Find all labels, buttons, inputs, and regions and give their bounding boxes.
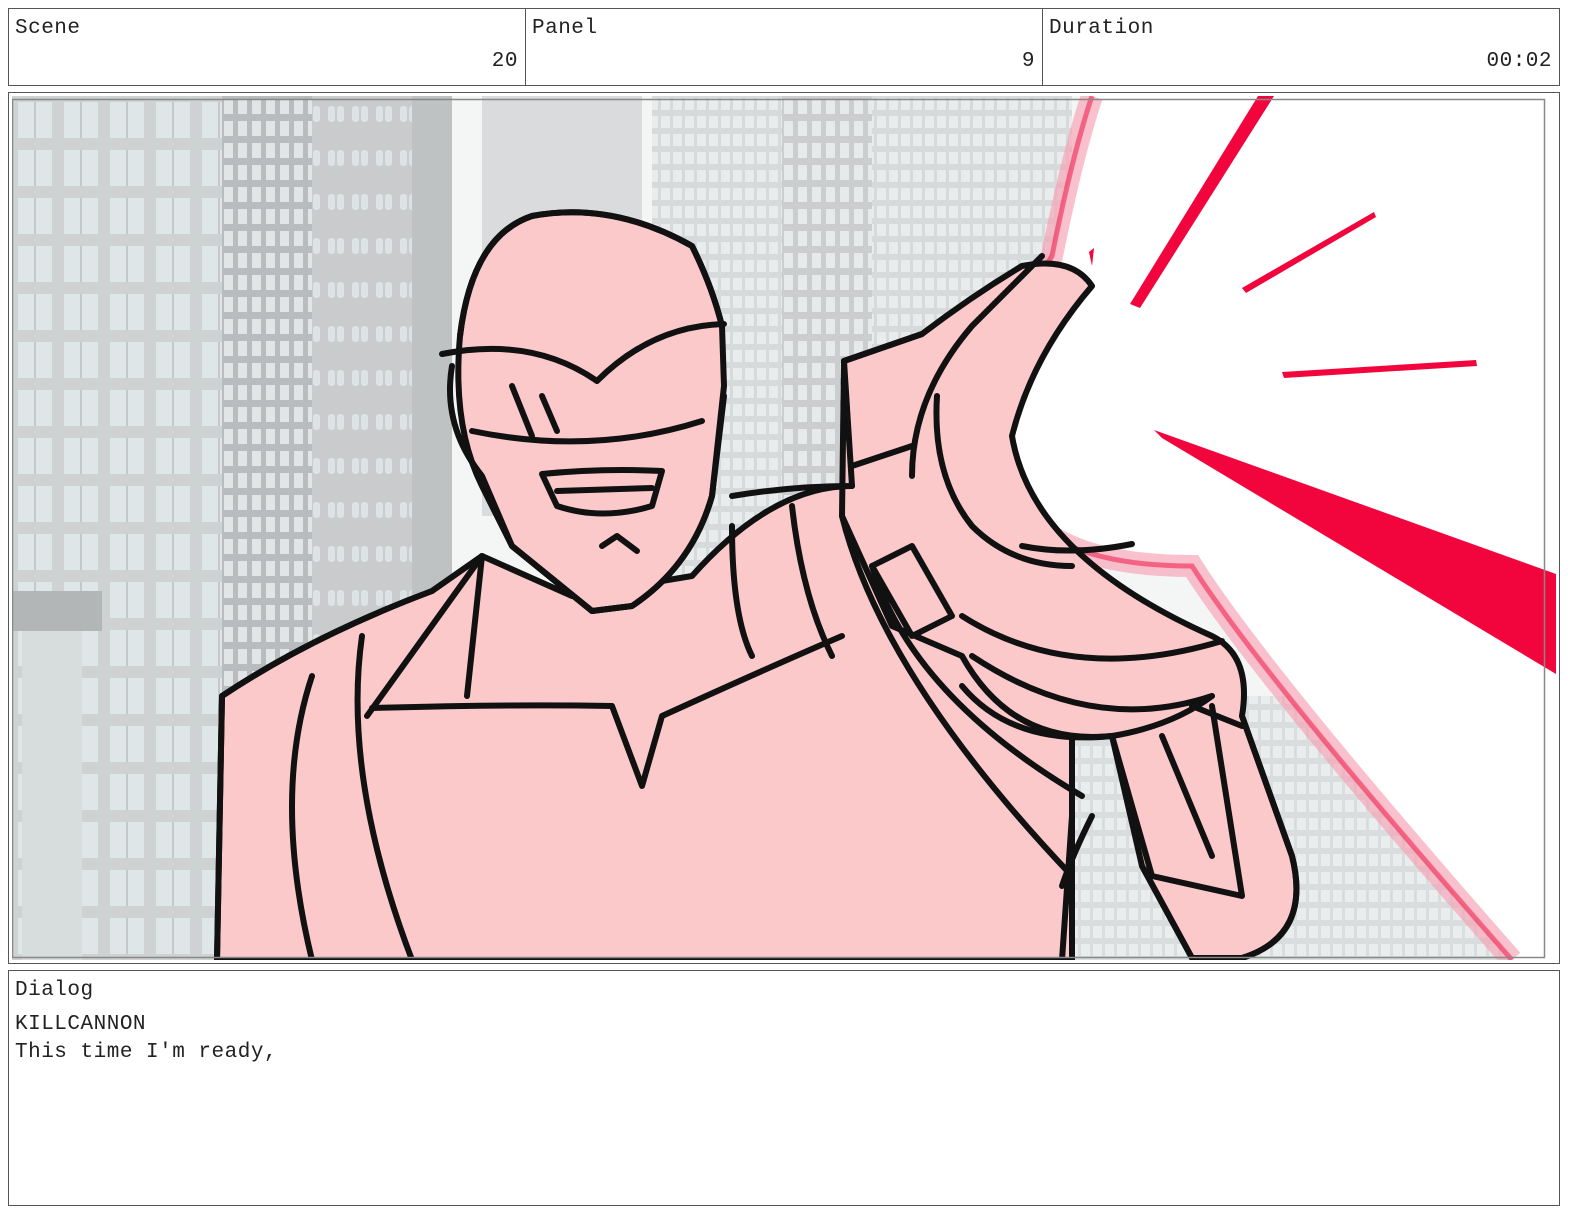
panel-cell: Panel 9 [526,9,1043,85]
panel-label: Panel [532,17,598,40]
dialog-character: KILLCANNON [15,1013,147,1036]
storyboard-panel [8,92,1560,964]
panel-number: 9 [1021,50,1035,73]
panel-info-header: Scene 20 Panel 9 Duration 00:02 [8,8,1560,86]
scene-label: Scene [15,17,81,40]
dialog-text: KILLCANNON This time I'm ready, [15,1011,277,1067]
scene-cell: Scene 20 [9,9,526,85]
dialog-line: This time I'm ready, [15,1041,278,1064]
scene-number: 20 [491,50,518,73]
dialog-label: Dialog [15,979,94,1002]
dialog-box: Dialog KILLCANNON This time I'm ready, [8,970,1560,1206]
storyboard-illustration [12,96,1556,960]
duration-value: 00:02 [1486,50,1552,73]
duration-label: Duration [1049,17,1154,40]
duration-cell: Duration 00:02 [1043,9,1559,85]
